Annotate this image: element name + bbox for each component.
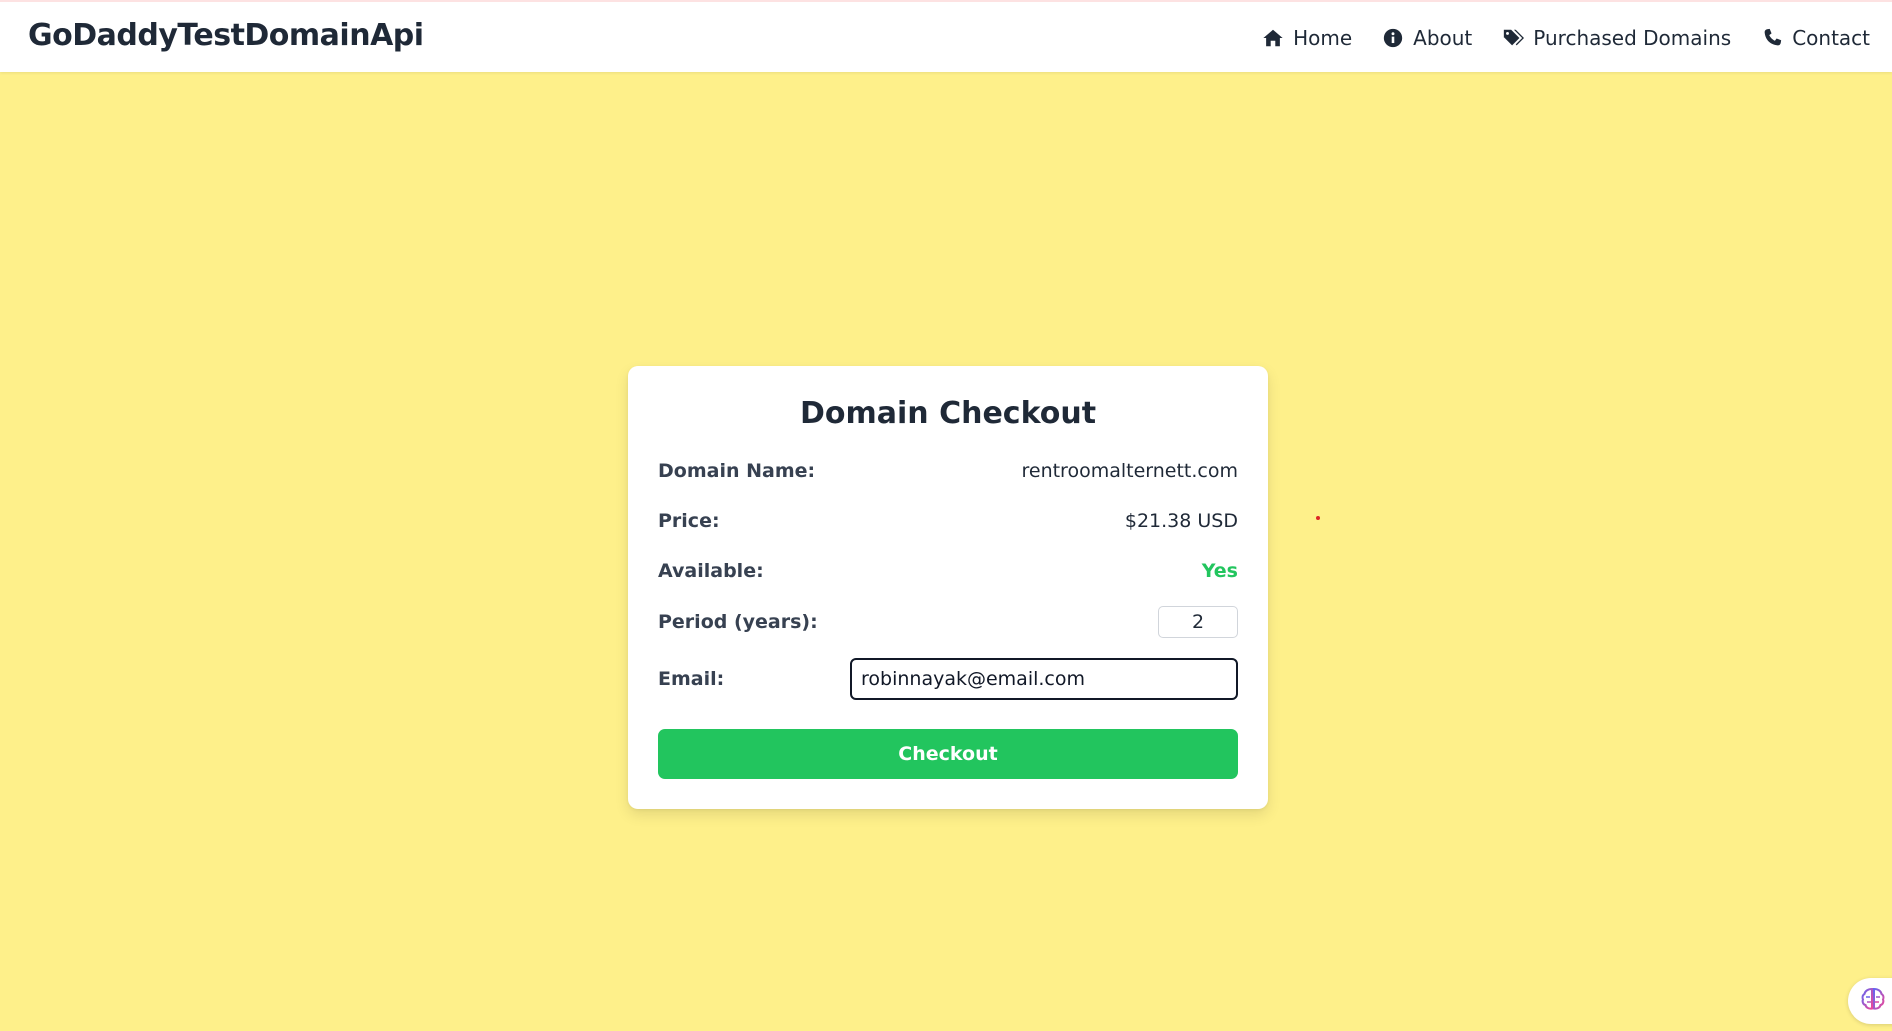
phone-icon <box>1761 27 1783 49</box>
email-label: Email: <box>658 668 725 690</box>
period-row: Period (years): <box>658 604 1238 640</box>
nav-contact-link[interactable]: Contact <box>1761 26 1870 50</box>
price-value: $21.38 USD <box>1124 510 1238 532</box>
nav-home-link[interactable]: Home <box>1262 26 1352 50</box>
stray-red-dot <box>1316 516 1320 520</box>
home-icon <box>1262 27 1284 49</box>
info-icon <box>1382 27 1404 49</box>
domain-name-label: Domain Name: <box>658 460 816 482</box>
brain-icon <box>1860 986 1886 1016</box>
nav-about-link[interactable]: About <box>1382 26 1472 50</box>
domain-name-row: Domain Name: rentroomalternett.com <box>658 453 1238 489</box>
period-label: Period (years): <box>658 611 818 633</box>
price-label: Price: <box>658 510 720 532</box>
nav-home-label: Home <box>1293 26 1353 50</box>
brand-logo-text[interactable]: GoDaddyTestDomainApi <box>28 18 424 53</box>
assistant-floating-button[interactable] <box>1848 978 1892 1024</box>
nav-about-label: About <box>1413 26 1473 50</box>
checkout-card: Domain Checkout Domain Name: rentroomalt… <box>628 366 1268 809</box>
domain-name-value: rentroomalternett.com <box>1021 460 1238 482</box>
available-value: Yes <box>1201 560 1238 582</box>
main-nav: Home About Purchased Domains Contact <box>1262 2 1870 74</box>
nav-purchased-domains-link[interactable]: Purchased Domains <box>1502 26 1731 50</box>
nav-purchased-domains-label: Purchased Domains <box>1533 26 1732 50</box>
checkout-button[interactable]: Checkout <box>658 729 1238 779</box>
email-input[interactable] <box>850 658 1238 700</box>
checkout-title: Domain Checkout <box>799 396 1097 431</box>
top-navbar: GoDaddyTestDomainApi Home About Purchase… <box>0 0 1892 72</box>
email-row: Email: <box>658 658 1238 700</box>
available-label: Available: <box>658 560 764 582</box>
tags-icon <box>1502 27 1525 49</box>
period-years-input[interactable] <box>1158 606 1238 638</box>
price-row: Price: $21.38 USD <box>658 503 1238 539</box>
nav-contact-label: Contact <box>1792 26 1870 50</box>
available-row: Available: Yes <box>658 553 1238 589</box>
